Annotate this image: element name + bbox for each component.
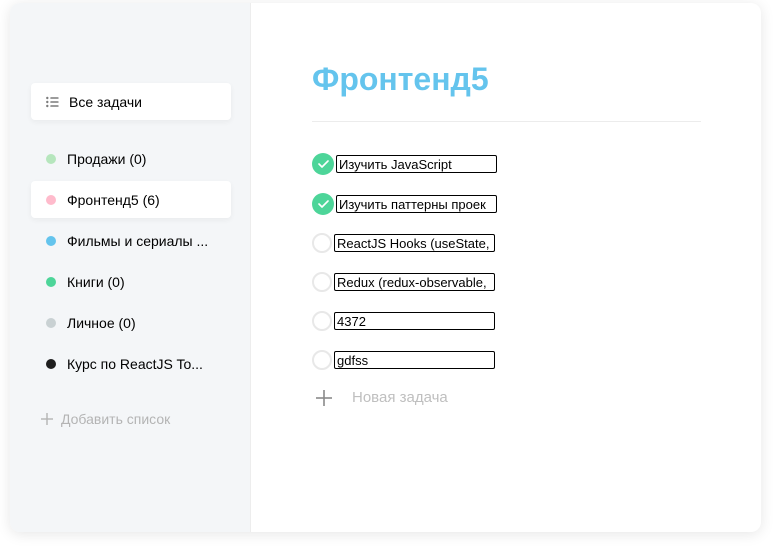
sidebar-item-all-tasks[interactable]: Все задачи [31,83,231,120]
task-text-input[interactable] [334,273,495,291]
list-color-dot [46,194,56,205]
task-text-input[interactable] [334,312,495,330]
app-window: Все задачи Продажи (0) Фронтенд5 (6) Фил… [10,3,761,532]
task-item [312,309,495,333]
task-item [312,152,497,176]
add-list-button[interactable]: Добавить список [41,411,170,427]
sidebar-item-frontend5[interactable]: Фронтенд5 (6) [31,181,231,218]
task-checkbox[interactable] [312,350,332,370]
list-color-dot [46,276,56,287]
task-checkbox[interactable] [312,272,332,292]
sidebar-item-label: Книги (0) [67,273,125,290]
new-task-label: Новая задача [352,389,448,406]
list-color-dot [46,235,56,246]
list-color-dot [46,358,56,369]
task-checkbox[interactable] [312,193,334,215]
main-panel: Фронтенд5 Изучить JavaScript Изучить пат… [251,3,761,532]
sidebar-item-movies[interactable]: Фильмы и сериалы ... [31,222,231,259]
new-task-button[interactable]: Новая задача [316,389,448,406]
task-text-input[interactable] [334,351,495,369]
sidebar-item-label: Продажи (0) [67,150,147,167]
task-text-input[interactable] [334,234,495,252]
sidebar-item-label: Курс по ReactJS To... [67,355,203,372]
task-text-input[interactable] [336,155,497,173]
plus-icon [41,413,53,425]
add-list-label: Добавить список [61,411,171,427]
sidebar-item-sales[interactable]: Продажи (0) [31,140,231,177]
list-icon [46,96,59,107]
sidebar-item-react-course[interactable]: Курс по ReactJS To... [31,345,231,382]
task-item [312,270,495,294]
sidebar: Все задачи Продажи (0) Фронтенд5 (6) Фил… [10,3,251,532]
task-text-input[interactable] [336,195,497,213]
list-color-dot [46,153,56,164]
task-checkbox[interactable] [312,311,332,331]
sidebar-item-books[interactable]: Книги (0) [31,263,231,300]
task-item [312,192,497,216]
sidebar-item-label: Фильмы и сериалы ... [67,232,209,249]
check-icon [317,200,329,208]
sidebar-item-label: Личное (0) [67,314,136,331]
task-item [312,231,495,255]
sidebar-item-label: Фронтенд5 (6) [67,191,160,208]
check-icon [317,160,329,168]
list-color-dot [46,317,56,328]
sidebar-item-label: Все задачи [69,93,142,110]
task-checkbox[interactable] [312,153,334,175]
title-divider [312,121,701,122]
task-checkbox[interactable] [312,233,332,253]
task-item [312,348,495,372]
sidebar-item-personal[interactable]: Личное (0) [31,304,231,341]
page-title[interactable]: Фронтенд5 [312,61,489,98]
plus-icon [316,389,332,406]
